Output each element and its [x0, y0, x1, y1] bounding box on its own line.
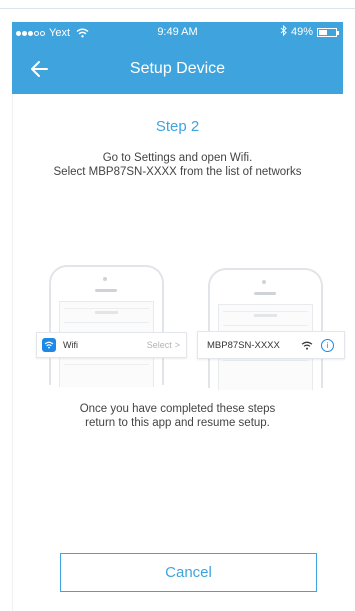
instruction-text: Go to Settings and open Wifi. Select MBP… — [12, 151, 343, 179]
status-bar: Yext 9:49 AM 49% — [12, 22, 343, 44]
wifi-label: Wifi — [63, 340, 78, 350]
network-row: MBP87SN-XXXX i — [197, 331, 345, 359]
phone-camera — [103, 277, 107, 281]
resume-instructions: Once you have completed these steps retu… — [12, 402, 343, 430]
mini-status-bar — [64, 304, 149, 309]
cancel-button[interactable]: Cancel — [60, 553, 317, 592]
phone-camera — [262, 280, 266, 284]
mini-title — [60, 311, 153, 315]
phone-illustration-settings — [49, 265, 164, 387]
mini-row — [223, 360, 308, 367]
step-title: Step 2 — [155, 118, 200, 135]
mini-title — [219, 314, 312, 318]
phone-speaker — [254, 292, 276, 295]
battery-fill — [319, 29, 327, 35]
bluetooth-icon — [280, 24, 287, 39]
top-strip — [0, 0, 355, 9]
mini-row — [64, 364, 149, 371]
info-icon: i — [321, 338, 334, 352]
wifi-settings-row: Wifi Select > — [36, 332, 187, 358]
page-title: Setup Device — [129, 60, 226, 77]
wifi-signal-icon — [301, 341, 313, 350]
battery-icon — [317, 27, 339, 37]
instruction-line: Go to Settings and open Wifi. — [102, 152, 253, 164]
resume-line: Once you have completed these steps — [79, 403, 276, 415]
resume-line: return to this app and resume setup. — [85, 417, 270, 429]
network-name: MBP87SN-XXXX — [207, 339, 280, 351]
mini-status-bar — [223, 307, 308, 312]
select-label: Select — [146, 340, 172, 350]
phone-speaker — [95, 289, 117, 292]
mini-row — [64, 322, 149, 329]
battery-percent: 49% — [290, 26, 313, 38]
instruction-line: Select MBP87SN-XXXX from the list of net… — [53, 166, 302, 178]
wifi-settings-icon — [42, 338, 56, 352]
chevron-right-icon: > — [174, 340, 180, 350]
navigation-bar: Setup Device — [12, 44, 343, 94]
phone-illustration-wifi — [208, 268, 323, 390]
